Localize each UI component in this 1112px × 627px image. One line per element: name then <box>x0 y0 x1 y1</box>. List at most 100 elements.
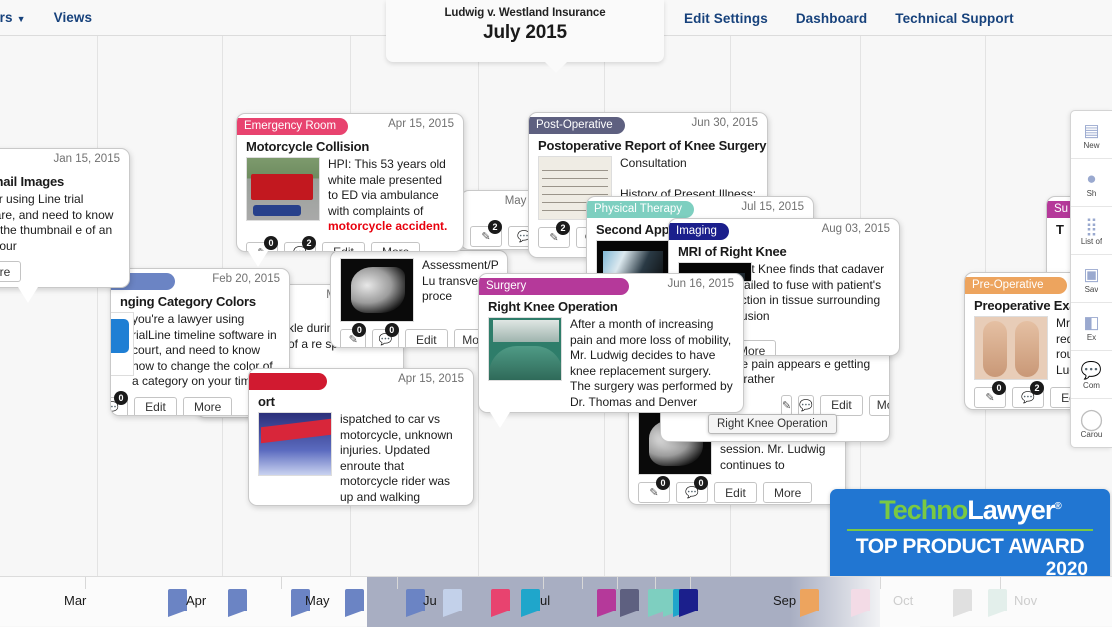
comment-icon: 💬 <box>1080 361 1103 380</box>
more-button[interactable]: More <box>0 261 22 282</box>
card-title: ort <box>258 394 275 409</box>
timeline-event-flag[interactable] <box>679 589 698 617</box>
card-date: Jan 15, 2015 <box>53 153 120 165</box>
flag-tail <box>291 610 310 617</box>
category-pill[interactable]: Physical Therapy <box>587 201 694 218</box>
thumbnail-image[interactable] <box>974 316 1048 380</box>
rail-item-share[interactable]: ● Sh <box>1071 159 1112 207</box>
flag-tail <box>620 610 639 617</box>
card-header: Jan 15, 2015 <box>0 149 129 171</box>
timeline-scrubber[interactable]: Mar Apr May Ju ul Sep Oct Nov <box>0 576 1112 627</box>
thumbnail-image[interactable] <box>246 157 320 221</box>
attachment-button[interactable]: ✎ <box>781 394 793 416</box>
award-brand-lawyer: Lawyer <box>967 494 1055 525</box>
card-date: Apr 15, 2015 <box>398 373 464 385</box>
flag-tail <box>345 610 364 617</box>
edit-button[interactable]: Edit <box>819 394 863 416</box>
event-card-emergency-room[interactable]: Emergency Room Apr 15, 2015 Motorcycle C… <box>236 113 464 252</box>
comment-button[interactable]: 💬 2 <box>284 235 316 251</box>
edit-button[interactable]: Edit <box>322 241 365 251</box>
timeline-event-flag[interactable] <box>597 589 616 617</box>
event-card-surgery[interactable]: Surgery Jun 16, 2015 Right Knee Operatio… <box>478 273 744 413</box>
edit-button[interactable]: Edit <box>134 396 177 415</box>
nav-item-filters[interactable]: ers▼ <box>0 10 40 25</box>
event-card-police-report[interactable]: Apr 15, 2015 ort ispatched to car vs mot… <box>248 368 474 506</box>
category-pill[interactable]: Surgery <box>479 278 629 295</box>
card-date: Feb 20, 2015 <box>212 273 280 285</box>
nav-item-edit-settings[interactable]: Edit Settings <box>670 11 782 26</box>
current-month-label: July 2015 <box>483 22 567 43</box>
attachment-button[interactable]: ✎ 2 <box>470 220 502 247</box>
rail-item-new-event[interactable]: ▤ New <box>1071 111 1112 159</box>
comment-button[interactable]: 💬 0 <box>111 390 128 415</box>
thumbnail-image[interactable] <box>488 317 562 381</box>
rail-item-list[interactable]: ⣿ List of <box>1071 207 1112 255</box>
timeline-event-flag[interactable] <box>228 589 247 617</box>
rail-item-export[interactable]: ◧ Ex <box>1071 303 1112 351</box>
timeline-month-label: Apr <box>186 593 207 608</box>
card-header: Feb 20, 2015 <box>111 269 289 291</box>
event-card-thumbnail-images[interactable]: Jan 15, 2015 g Thumbnail Images re a law… <box>0 148 130 288</box>
timeline-event-flag[interactable] <box>851 589 870 617</box>
nav-right-group: Edit Settings Dashboard Technical Suppor… <box>670 0 1028 36</box>
category-pill[interactable]: Imaging <box>669 223 729 240</box>
flag-tail <box>521 610 540 617</box>
card-actions: ✎ 0 💬 0 Edit More <box>629 475 845 504</box>
rail-item-label: New <box>1083 141 1100 150</box>
save-icon: ▣ <box>1083 265 1100 284</box>
timeline-event-flag[interactable] <box>443 589 462 617</box>
rail-item-label: Sh <box>1086 189 1097 198</box>
comment-button[interactable]: 💬 <box>798 394 814 416</box>
thumbnail-image[interactable] <box>340 258 414 322</box>
timeline-event-flag[interactable] <box>345 589 364 617</box>
card-description: HPI: This 53 years old white male presen… <box>328 157 454 235</box>
award-line2: TOP PRODUCT AWARD <box>855 534 1085 558</box>
attachment-button[interactable]: ✎ 0 <box>340 323 367 347</box>
timeline-event-flag[interactable] <box>988 589 1007 617</box>
attachment-button[interactable]: ✎ 0 <box>974 381 1006 408</box>
rail-item-comments[interactable]: 💬 Com <box>1071 351 1112 399</box>
flag-tail <box>228 610 247 617</box>
case-name: Ludwig v. Westland Insurance <box>444 7 606 19</box>
nav-item-technical-support[interactable]: Technical Support <box>881 11 1027 26</box>
timeline-month-label: Mar <box>64 593 87 608</box>
timeline-event-flag[interactable] <box>953 589 972 617</box>
rail-item-carousel[interactable]: ◯ Carou <box>1071 399 1112 447</box>
timeline-event-flag[interactable] <box>800 589 819 617</box>
attachment-count: 0 <box>992 381 1006 395</box>
comment-button[interactable]: 💬 2 <box>1012 381 1044 408</box>
grid-line <box>97 36 98 576</box>
rail-item-save[interactable]: ▣ Sav <box>1071 255 1112 303</box>
card-actions: More <box>0 254 129 287</box>
edit-button[interactable]: Edit <box>714 482 757 503</box>
timeline-month-label: Sep <box>773 593 797 608</box>
card-title: nging Category Colors <box>120 294 256 309</box>
attachment-button[interactable]: ✎ 2 <box>538 221 570 248</box>
more-button[interactable]: More <box>371 241 421 251</box>
more-button[interactable]: More <box>868 394 889 416</box>
category-pill[interactable]: Post-Operative <box>529 117 625 134</box>
timeline-tick <box>397 577 398 589</box>
comment-count: 2 <box>302 235 316 250</box>
category-pill[interactable]: Emergency Room <box>237 118 349 135</box>
nav-item-views[interactable]: Views <box>40 10 107 25</box>
thumbnail-image[interactable] <box>111 312 134 376</box>
rail-item-label: Ex <box>1086 333 1097 342</box>
more-button[interactable]: More <box>183 396 233 415</box>
comment-button[interactable]: 💬 0 <box>676 476 708 503</box>
comment-count: 0 <box>384 323 399 337</box>
attachment-button[interactable]: ✎ 0 <box>638 476 670 503</box>
timeline-event-flag[interactable] <box>620 589 639 617</box>
more-button[interactable]: More <box>763 482 813 503</box>
timeline-event-flag[interactable] <box>491 589 510 617</box>
comment-button[interactable]: 💬 0 <box>372 323 399 347</box>
timeline-event-flag[interactable] <box>168 589 187 617</box>
thumbnail-image[interactable] <box>258 412 332 476</box>
timeline-event-flag[interactable] <box>521 589 540 617</box>
edit-button[interactable]: Edit <box>404 329 448 347</box>
category-pill[interactable]: Pre-Operative <box>965 277 1067 294</box>
card-description-highlight: motorcycle accident. <box>328 219 448 233</box>
category-pill[interactable] <box>249 373 327 390</box>
share-icon: ● <box>1086 169 1097 188</box>
nav-item-dashboard[interactable]: Dashboard <box>782 11 881 26</box>
